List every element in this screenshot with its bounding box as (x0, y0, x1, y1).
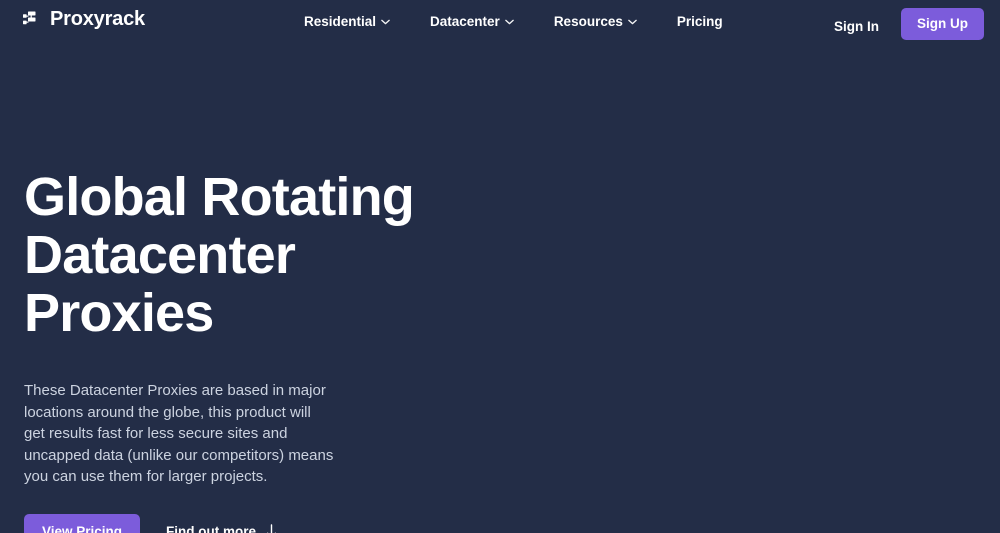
nav-item-resources[interactable]: Resources (554, 13, 637, 31)
page-root: Proxyrack Residential Datacenter Resourc… (0, 0, 1000, 533)
brand-name: Proxyrack (50, 8, 145, 30)
proxyrack-node-mark-icon (22, 10, 41, 29)
find-out-more-label: Find out more (166, 523, 257, 533)
page-title: Global Rotating Datacenter Proxies (24, 167, 415, 343)
chevron-down-icon (505, 19, 514, 25)
brand-logo[interactable]: Proxyrack (22, 9, 145, 29)
site-header: Proxyrack Residential Datacenter Resourc… (0, 0, 1000, 45)
main-navigation: Residential Datacenter Resources Pricing (304, 13, 723, 31)
sign-in-link[interactable]: Sign In (834, 13, 879, 36)
nav-item-label: Residential (304, 14, 377, 29)
nav-item-datacenter[interactable]: Datacenter (430, 13, 514, 31)
view-pricing-button[interactable]: View Pricing (24, 513, 141, 533)
chevron-down-icon (628, 19, 637, 25)
arrow-down-icon (266, 524, 277, 533)
chevron-down-icon (381, 19, 390, 25)
find-out-more-link[interactable]: Find out more (166, 523, 277, 533)
hero-description: These Datacenter Proxies are based in ma… (24, 382, 334, 485)
nav-item-pricing[interactable]: Pricing (677, 13, 723, 31)
hero-actions: View Pricing Find out more (24, 513, 484, 533)
nav-item-residential[interactable]: Residential (304, 13, 390, 31)
nav-item-label: Pricing (676, 14, 723, 29)
sign-up-button[interactable]: Sign Up (901, 8, 984, 40)
auth-actions: Sign In Sign Up (834, 8, 984, 40)
nav-item-label: Datacenter (430, 14, 500, 29)
hero-section: Global Rotating Datacenter Proxies These… (24, 168, 484, 533)
nav-item-label: Resources (553, 14, 623, 29)
